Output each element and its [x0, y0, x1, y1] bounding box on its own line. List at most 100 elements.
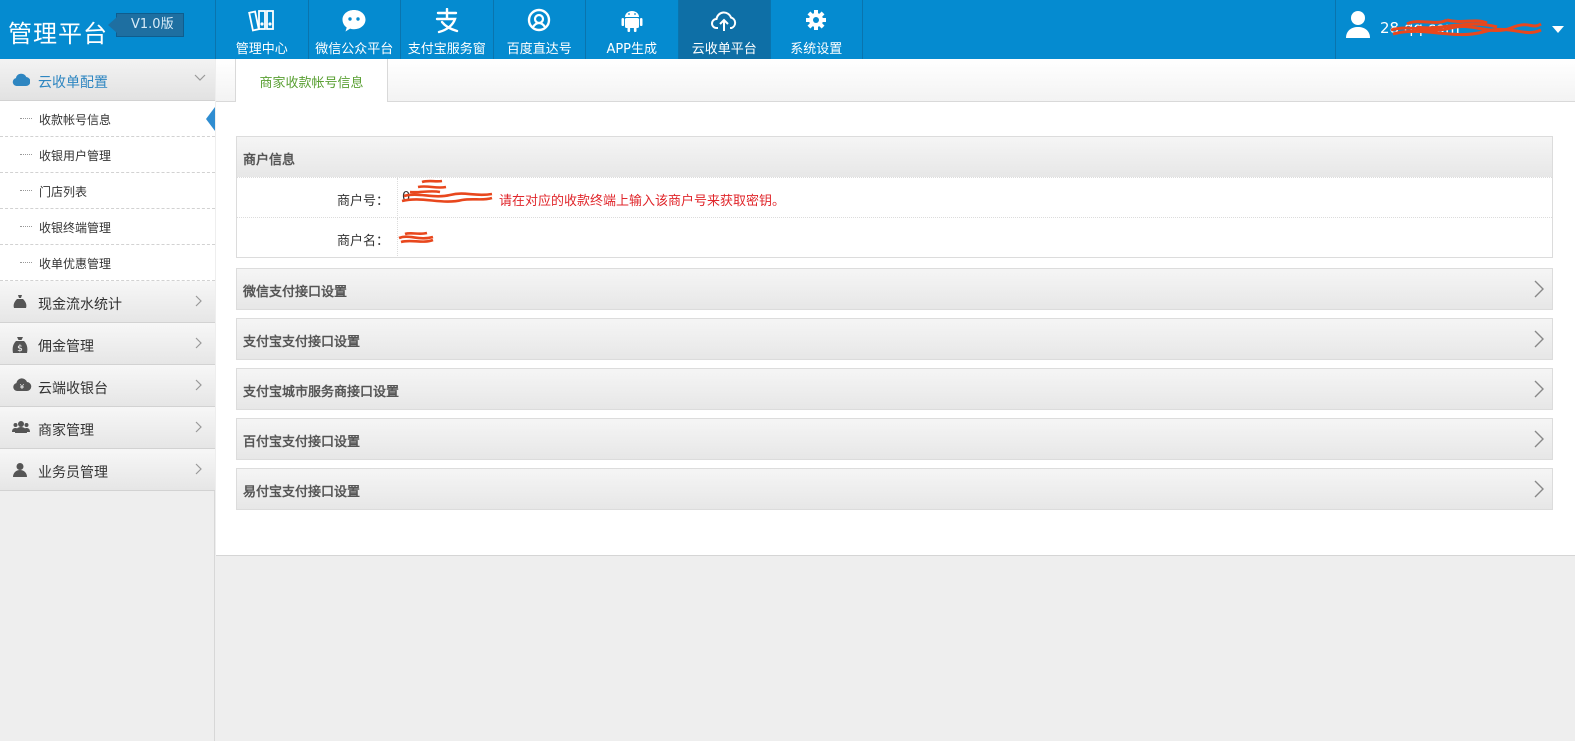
redaction-scribble	[1390, 18, 1542, 37]
svg-text:¥: ¥	[20, 383, 25, 391]
section-header[interactable]: 百付宝支付接口设置	[237, 419, 1552, 459]
chevron-down-icon	[194, 74, 206, 81]
sidebar: 云收单配置 收款帐号信息 收银用户管理 门店列表 收银终端管理 收单优惠管理 现…	[0, 59, 215, 741]
section-alipay[interactable]: 支付宝支付接口设置	[236, 318, 1553, 360]
tab-label: 商家收款帐号信息	[259, 76, 364, 91]
sidebar-group-cloud-config[interactable]: 云收单配置	[0, 59, 215, 101]
sidebar-item-label: 收款帐号信息	[39, 113, 112, 127]
section-title: 支付宝城市服务商接口设置	[243, 385, 400, 400]
sidebar-group-cash-flow[interactable]: 现金流水统计	[0, 281, 215, 323]
nav-label: 管理中心	[235, 42, 288, 57]
merchant-id-row: 商户号： 0 请在对应的收款终端上输入该商户号来获取密钥。	[237, 177, 1552, 218]
merchant-name-label: 商户名：	[336, 234, 389, 249]
cloud-upload-icon	[711, 11, 737, 31]
dollar-bag-icon: $	[12, 337, 28, 354]
sidebar-group-cloud-cashier[interactable]: ¥ 云端收银台	[0, 365, 215, 407]
user-icon	[1346, 11, 1370, 38]
tree-line	[20, 190, 32, 191]
nav-item-alipay[interactable]: 支付宝服务窗	[400, 0, 493, 59]
version-badge: V1.0版	[108, 13, 184, 37]
sidebar-divider	[0, 490, 215, 491]
sidebar-submenu: 收款帐号信息 收银用户管理 门店列表 收银终端管理 收单优惠管理	[0, 101, 215, 281]
user-icon	[13, 463, 27, 477]
nav-label: 云收单平台	[691, 42, 757, 57]
section-title: 支付宝支付接口设置	[243, 335, 361, 350]
nav-item-management-center[interactable]: 管理中心	[215, 0, 308, 59]
chevron-right-icon	[1534, 380, 1544, 398]
section-title: 易付宝支付接口设置	[243, 485, 361, 500]
android-icon	[621, 11, 643, 32]
nav-label: 微信公众平台	[315, 42, 394, 57]
sidebar-group-commission[interactable]: $ 佣金管理	[0, 323, 215, 365]
main-nav: 管理中心 微信公众平台 支付宝服务窗 百度直达号 APP生成 云收单平台 系统设…	[215, 0, 863, 59]
alipay-icon	[435, 8, 458, 34]
nav-label: 支付宝服务窗	[407, 42, 486, 57]
nav-item-app-build[interactable]: APP生成	[585, 0, 678, 59]
sidebar-item-label: 收单优惠管理	[39, 257, 112, 271]
chevron-right-icon	[195, 463, 202, 475]
chevron-right-icon	[1534, 280, 1544, 298]
section-title: 百付宝支付接口设置	[243, 435, 361, 450]
users-icon	[12, 421, 30, 433]
sidebar-group-label: 现金流水统计	[38, 297, 122, 313]
tree-line	[20, 118, 32, 119]
merchant-id-hint: 请在对应的收款终端上输入该商户号来获取密钥。	[499, 194, 786, 209]
section-header[interactable]: 微信支付接口设置	[237, 269, 1552, 309]
nav-item-system-settings[interactable]: 系统设置	[770, 0, 863, 59]
baidu-icon	[528, 8, 551, 32]
chevron-right-icon	[1534, 330, 1544, 348]
user-menu[interactable]: 28 qq.com	[1335, 0, 1575, 59]
sidebar-group-label: 云收单配置	[38, 75, 108, 91]
nav-item-cloud-acquiring[interactable]: 云收单平台	[677, 0, 770, 59]
merchant-id-label: 商户号：	[336, 194, 389, 209]
panel-header: 商户信息	[237, 137, 1552, 177]
nav-item-wechat[interactable]: 微信公众平台	[307, 0, 401, 59]
chevron-right-icon	[195, 421, 202, 433]
sidebar-item-label: 门店列表	[39, 185, 88, 199]
nav-label: APP生成	[606, 42, 658, 57]
chevron-right-icon	[195, 295, 202, 307]
sidebar-group-merchants[interactable]: 商家管理	[0, 407, 215, 449]
sidebar-group-label: 业务员管理	[38, 465, 108, 481]
top-navbar: 管理平台 V1.0版 管理中心 微信公众平台 支付宝服务窗 百度直达号 APP生…	[0, 0, 1575, 59]
wechat-icon	[342, 10, 366, 32]
brand-title: 管理平台	[8, 20, 108, 48]
sidebar-item-account-info[interactable]: 收款帐号信息	[0, 101, 215, 137]
tab-merchant-account-info[interactable]: 商家收款帐号信息	[235, 59, 388, 102]
sidebar-item-label: 收银用户管理	[39, 149, 112, 163]
tree-line	[20, 262, 32, 263]
sidebar-group-label: 云端收银台	[38, 381, 108, 397]
sidebar-item-store-list[interactable]: 门店列表	[0, 173, 215, 209]
sidebar-group-salesmen[interactable]: 业务员管理	[0, 449, 215, 491]
chevron-right-icon	[195, 337, 202, 349]
binders-icon	[247, 10, 274, 32]
nav-item-baidu[interactable]: 百度直达号	[492, 0, 586, 59]
sidebar-group-label: 佣金管理	[38, 339, 94, 355]
cloud-icon	[12, 73, 30, 87]
nav-label: 系统设置	[790, 42, 843, 57]
section-header[interactable]: 支付宝支付接口设置	[237, 319, 1552, 359]
nav-label: 百度直达号	[506, 42, 572, 57]
section-yifubao[interactable]: 易付宝支付接口设置	[236, 468, 1553, 510]
tree-line	[20, 154, 32, 155]
sidebar-group-label: 商家管理	[38, 423, 94, 439]
active-indicator	[206, 107, 215, 131]
sidebar-item-cashier-users[interactable]: 收银用户管理	[0, 137, 215, 173]
gear-icon	[806, 10, 827, 30]
sidebar-item-terminals[interactable]: 收银终端管理	[0, 209, 215, 245]
chevron-right-icon	[195, 379, 202, 391]
tree-line	[20, 226, 32, 227]
svg-text:$: $	[17, 344, 23, 354]
merchant-info-panel: 商户信息 商户号： 0 请在对应的收款终端上输入该商户号来获取密钥。 商户名：	[236, 136, 1553, 258]
chevron-down-icon	[1552, 26, 1564, 33]
redaction-scribble	[401, 179, 493, 203]
cloud-yen-icon: ¥	[13, 378, 32, 392]
section-baifubao[interactable]: 百付宝支付接口设置	[236, 418, 1553, 460]
section-alipay-city-service[interactable]: 支付宝城市服务商接口设置	[236, 368, 1553, 410]
section-wechat-pay[interactable]: 微信支付接口设置	[236, 268, 1553, 310]
section-header[interactable]: 支付宝城市服务商接口设置	[237, 369, 1552, 409]
sidebar-item-discounts[interactable]: 收单优惠管理	[0, 245, 215, 281]
main-content: 商家收款帐号信息 商户信息 商户号： 0 请在对应的收款终端上输入该商户号来获取…	[216, 59, 1575, 556]
row-divider	[397, 178, 398, 218]
section-header[interactable]: 易付宝支付接口设置	[237, 469, 1552, 509]
